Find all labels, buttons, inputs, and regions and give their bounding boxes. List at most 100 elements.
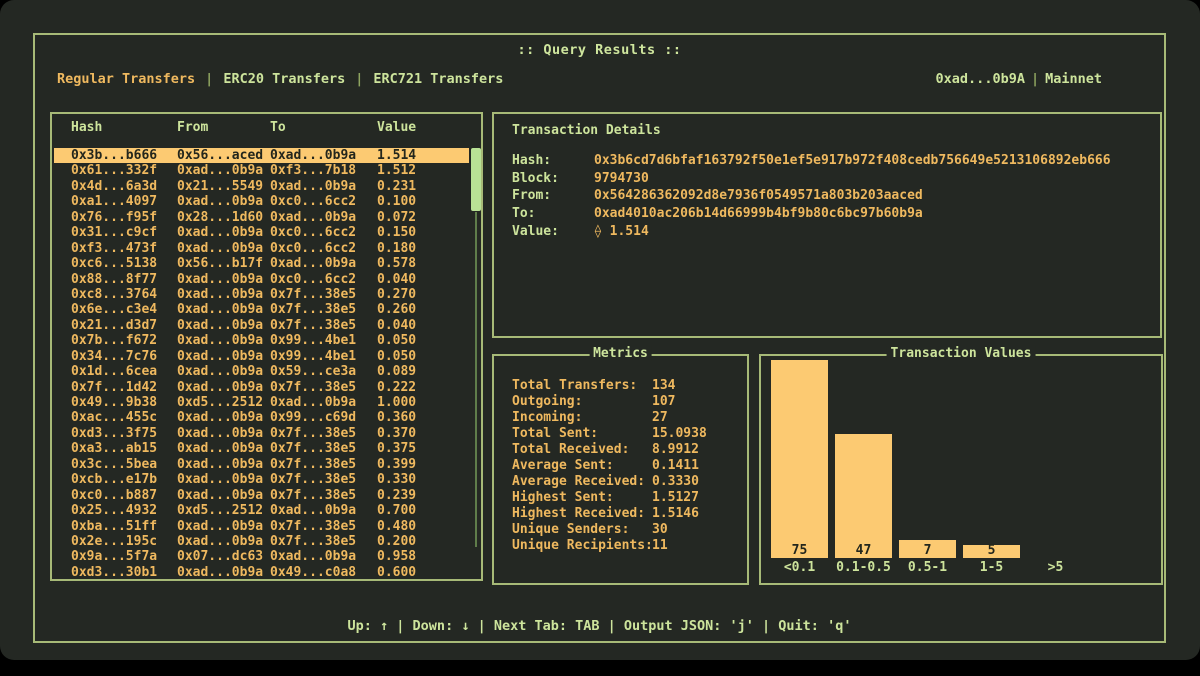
cell-hash: 0x88...8f77 — [71, 272, 177, 287]
cell-to: 0x99...4be1 — [270, 349, 377, 364]
table-row[interactable]: 0x7f...1d420xad...0b9a0x7f...38e50.222 — [54, 380, 469, 395]
table-row[interactable]: 0xd3...30b10xad...0b9a0x49...c0a80.600 — [54, 565, 469, 580]
cell-from: 0xad...0b9a — [177, 519, 270, 534]
table-row[interactable]: 0x61...332f0xad...0b9a0xf3...7b181.512 — [54, 163, 469, 178]
cell-value: 0.370 — [377, 426, 469, 441]
column-header-to: To — [270, 120, 377, 135]
metric-value: 30 — [652, 522, 668, 538]
table-row[interactable]: 0x3c...5bea0xad...0b9a0x7f...38e50.399 — [54, 457, 469, 472]
cell-hash: 0xcb...e17b — [71, 472, 177, 487]
scrollbar-thumb[interactable] — [471, 148, 481, 211]
cell-to: 0xc0...6cc2 — [270, 272, 377, 287]
table-row[interactable]: 0xba...51ff0xad...0b9a0x7f...38e50.480 — [54, 519, 469, 534]
cell-value: 0.050 — [377, 333, 469, 348]
cell-to: 0xad...0b9a — [270, 503, 377, 518]
cell-hash: 0x25...4932 — [71, 503, 177, 518]
chart-slot: 470.1-0.5 — [835, 360, 892, 558]
scrollbar-track[interactable] — [475, 212, 477, 547]
tab-regular-transfers[interactable]: Regular Transfers — [57, 71, 195, 87]
table-row[interactable]: 0x21...d3d70xad...0b9a0x7f...38e50.040 — [54, 318, 469, 333]
cell-from: 0xad...0b9a — [177, 380, 270, 395]
detail-value: 0x3b6cd7d6bfaf163792f50e1ef5e917b972f408… — [594, 152, 1111, 170]
cell-to: 0xad...0b9a — [270, 210, 377, 225]
bar-category-label: 1-5 — [957, 560, 1026, 575]
table-row[interactable]: 0xcb...e17b0xad...0b9a0x7f...38e50.330 — [54, 472, 469, 487]
cell-to: 0xc0...6cc2 — [270, 241, 377, 256]
table-row[interactable]: 0xac...455c0xad...0b9a0x99...c69d0.360 — [54, 410, 469, 425]
cell-hash: 0x34...7c76 — [71, 349, 177, 364]
metric-label: Total Received: — [512, 442, 652, 458]
detail-label: Hash: — [512, 152, 594, 170]
metrics-panel: Metrics Total Transfers:134Outgoing:107I… — [492, 354, 749, 585]
detail-row: Hash:0x3b6cd7d6bfaf163792f50e1ef5e917b97… — [512, 152, 1111, 170]
metric-label: Unique Senders: — [512, 522, 652, 538]
cell-hash: 0x61...332f — [71, 163, 177, 178]
cell-hash: 0xf3...473f — [71, 241, 177, 256]
metric-row: Total Received:8.9912 — [512, 442, 707, 458]
table-row[interactable]: 0xc0...b8870xad...0b9a0x7f...38e50.239 — [54, 488, 469, 503]
cell-from: 0xad...0b9a — [177, 272, 270, 287]
cell-from: 0xad...0b9a — [177, 472, 270, 487]
table-row[interactable]: 0x4d...6a3d0x21...55490xad...0b9a0.231 — [54, 179, 469, 194]
table-row[interactable]: 0x31...c9cf0xad...0b9a0xc0...6cc20.150 — [54, 225, 469, 240]
metric-value: 1.5127 — [652, 490, 699, 506]
column-header-hash: Hash — [71, 120, 177, 135]
cell-hash: 0x49...9b38 — [71, 395, 177, 410]
cell-from: 0xad...0b9a — [177, 349, 270, 364]
table-row[interactable]: 0x6e...c3e40xad...0b9a0x7f...38e50.260 — [54, 302, 469, 317]
network-label: Mainnet — [1045, 71, 1102, 87]
metric-value: 27 — [652, 410, 668, 426]
detail-value: 0x564286362092d8e7936f0549571a803b203aac… — [594, 187, 923, 205]
cell-from: 0xad...0b9a — [177, 225, 270, 240]
table-row[interactable]: 0x9a...5f7a0x07...dc630xad...0b9a0.958 — [54, 549, 469, 564]
table-row[interactable]: 0xd3...3f750xad...0b9a0x7f...38e50.370 — [54, 426, 469, 441]
table-row[interactable]: 0x25...49320xd5...25120xad...0b9a0.700 — [54, 503, 469, 518]
table-row[interactable]: 0xa1...40970xad...0b9a0xc0...6cc20.100 — [54, 194, 469, 209]
bar-category-label: 0.5-1 — [893, 560, 962, 575]
metrics-rows: Total Transfers:134Outgoing:107Incoming:… — [512, 378, 707, 554]
table-row[interactable]: 0xa3...ab150xad...0b9a0x7f...38e50.375 — [54, 441, 469, 456]
cell-value: 0.200 — [377, 534, 469, 549]
table-row-selected[interactable]: 0x3b...b6660x56...aced0xad...0b9a1.514 — [54, 148, 469, 163]
metric-row: Unique Senders:30 — [512, 522, 707, 538]
cell-to: 0x99...c69d — [270, 410, 377, 425]
cell-from: 0x56...aced — [177, 148, 270, 163]
cell-to: 0xad...0b9a — [270, 256, 377, 271]
cell-to: 0xad...0b9a — [270, 148, 377, 163]
details-rows: Hash:0x3b6cd7d6bfaf163792f50e1ef5e917b97… — [512, 152, 1111, 240]
cell-value: 0.040 — [377, 272, 469, 287]
metric-label: Highest Sent: — [512, 490, 652, 506]
table-row[interactable]: 0x34...7c760xad...0b9a0x99...4be10.050 — [54, 349, 469, 364]
cell-value: 0.399 — [377, 457, 469, 472]
cell-hash: 0xc6...5138 — [71, 256, 177, 271]
cell-value: 0.040 — [377, 318, 469, 333]
cell-to: 0xf3...7b18 — [270, 163, 377, 178]
cell-to: 0xad...0b9a — [270, 179, 377, 194]
detail-value: 9794730 — [594, 170, 649, 188]
keybinding-help: Up: ↑ | Down: ↓ | Next Tab: TAB | Output… — [35, 618, 1164, 634]
table-row[interactable]: 0xc6...51380x56...b17f0xad...0b9a0.578 — [54, 256, 469, 271]
table-row[interactable]: 0x2e...195c0xad...0b9a0x7f...38e50.200 — [54, 534, 469, 549]
metric-value: 11 — [652, 538, 668, 554]
cell-hash: 0xa3...ab15 — [71, 441, 177, 456]
cell-from: 0xad...0b9a — [177, 410, 270, 425]
table-row[interactable]: 0xc8...37640xad...0b9a0x7f...38e50.270 — [54, 287, 469, 302]
table-row[interactable]: 0x49...9b380xd5...25120xad...0b9a1.000 — [54, 395, 469, 410]
table-row[interactable]: 0x88...8f770xad...0b9a0xc0...6cc20.040 — [54, 272, 469, 287]
cell-from: 0xad...0b9a — [177, 163, 270, 178]
cell-from: 0x28...1d60 — [177, 210, 270, 225]
metric-value: 134 — [652, 378, 675, 394]
table-row[interactable]: 0xf3...473f0xad...0b9a0xc0...6cc20.180 — [54, 241, 469, 256]
metric-label: Outgoing: — [512, 394, 652, 410]
bar-category-label: <0.1 — [765, 560, 834, 575]
cell-value: 0.089 — [377, 364, 469, 379]
tab-erc20-transfers[interactable]: ERC20 Transfers — [223, 71, 345, 87]
table-row[interactable]: 0x7b...f6720xad...0b9a0x99...4be10.050 — [54, 333, 469, 348]
cell-value: 0.375 — [377, 441, 469, 456]
cell-from: 0xad...0b9a — [177, 318, 270, 333]
tab-erc721-transfers[interactable]: ERC721 Transfers — [373, 71, 503, 87]
table-row[interactable]: 0x1d...6cea0xad...0b9a0x59...ce3a0.089 — [54, 364, 469, 379]
cell-hash: 0x3b...b666 — [71, 148, 177, 163]
cell-from: 0x07...dc63 — [177, 549, 270, 564]
table-row[interactable]: 0x76...f95f0x28...1d600xad...0b9a0.072 — [54, 210, 469, 225]
